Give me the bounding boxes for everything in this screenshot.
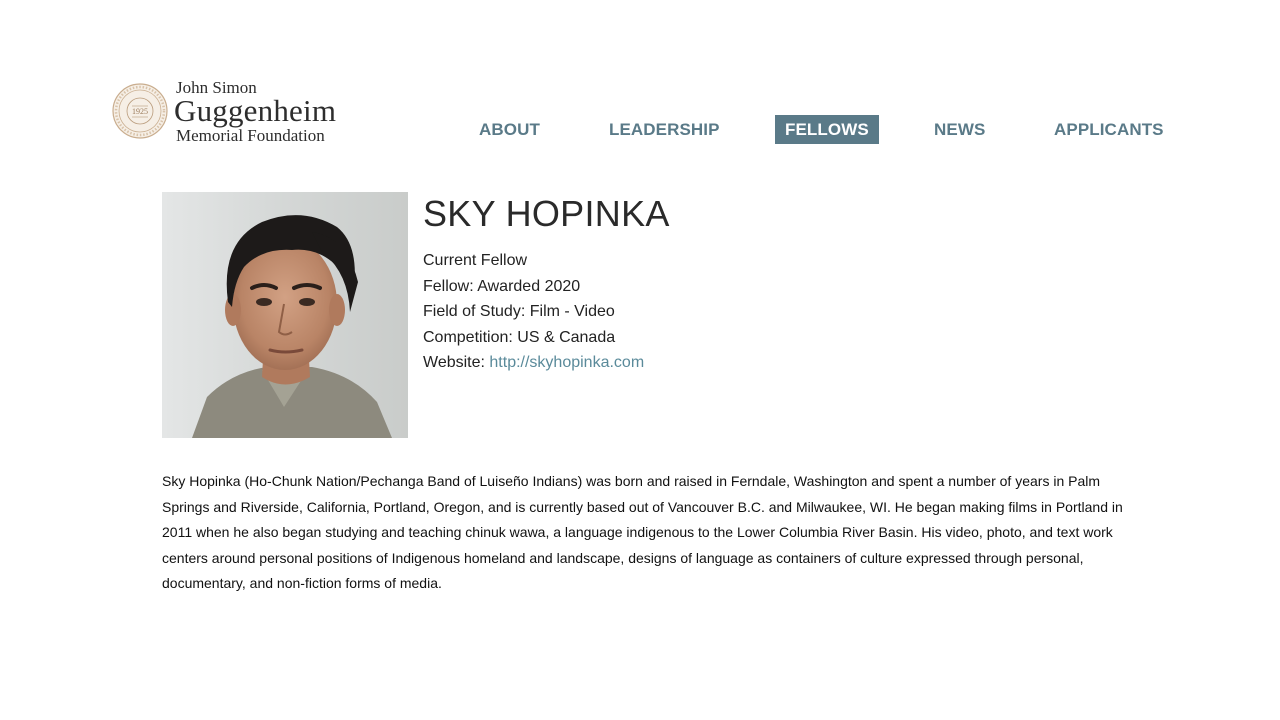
- competition-value: US & Canada: [517, 328, 616, 346]
- fellow-status: Current Fellow: [423, 252, 528, 269]
- fellow-details: Current Fellow Fellow: Awarded 2020 Fiel…: [423, 248, 1123, 376]
- fellow-info: SKY HOPINKA Current Fellow Fellow: Award…: [423, 192, 1123, 376]
- awarded-year: 2020: [544, 277, 581, 295]
- nav-leadership[interactable]: LEADERSHIP: [609, 115, 720, 144]
- field-label: Field of Study:: [423, 303, 526, 321]
- field-value: Film - Video: [529, 303, 615, 321]
- fellow-field: Field of Study: Film - Video: [423, 299, 1123, 325]
- nav-about[interactable]: ABOUT: [479, 115, 540, 144]
- portrait-image: [162, 192, 408, 438]
- fellow-awarded: Fellow: Awarded 2020: [423, 274, 1123, 300]
- website-label: Website:: [423, 354, 485, 372]
- website-link[interactable]: http://skyhopinka.com: [489, 354, 644, 371]
- competition-label: Competition:: [423, 328, 513, 346]
- fellow-bio: Sky Hopinka (Ho-Chunk Nation/Pechanga Ba…: [162, 473, 1123, 592]
- page: 1925 John Simon Guggenheim Memorial Foun…: [0, 0, 1280, 720]
- awarded-label: Fellow: Awarded: [423, 277, 541, 295]
- nav-news[interactable]: NEWS: [934, 115, 985, 144]
- fellow-website: Website: http://skyhopinka.com: [423, 350, 1123, 376]
- fellow-competition: Competition: US & Canada: [423, 325, 1123, 351]
- fellow-name: SKY HOPINKA: [423, 193, 670, 234]
- nav-fellows[interactable]: FELLOWS: [775, 115, 879, 144]
- nav-applicants[interactable]: APPLICANTS: [1054, 115, 1164, 144]
- fellow-portrait: [162, 192, 408, 438]
- main-nav: ABOUT LEADERSHIP FELLOWS NEWS APPLICANTS: [0, 115, 1280, 144]
